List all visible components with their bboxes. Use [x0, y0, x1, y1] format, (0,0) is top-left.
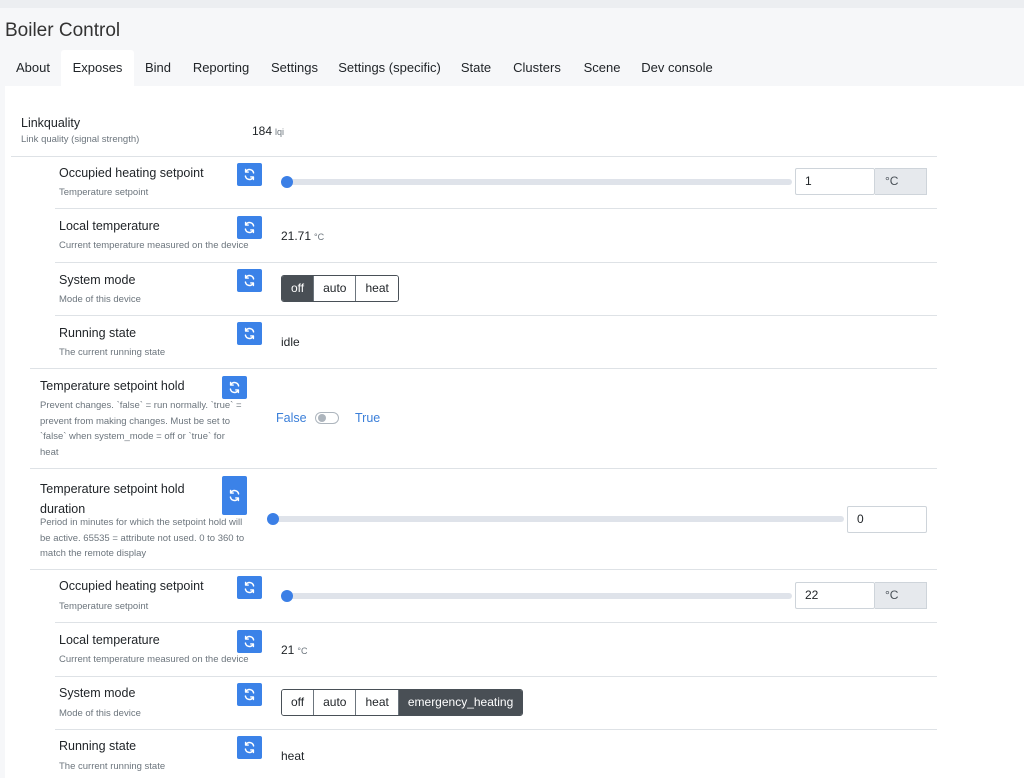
tab-scene[interactable]: Scene — [572, 50, 632, 87]
refresh-local-temperature-button[interactable] — [237, 630, 262, 653]
refresh-icon — [229, 489, 240, 502]
exposes-panel: Linkquality Link quality (signal strengt… — [5, 86, 1024, 778]
divider — [55, 676, 937, 677]
system-mode-off-button[interactable]: off — [282, 276, 314, 301]
slider-knob[interactable] — [281, 590, 293, 602]
refresh-setpoint-hold-button[interactable] — [222, 376, 247, 399]
system-mode-buttons: off auto heat — [281, 275, 399, 302]
refresh-system-mode-button[interactable] — [237, 683, 262, 706]
system-mode-heat-button[interactable]: heat — [355, 690, 398, 715]
refresh-system-mode-button[interactable] — [237, 269, 262, 292]
system-mode-buttons: off auto heat emergency_heating — [281, 689, 524, 716]
system-mode-emergency-heating-button[interactable]: emergency_heating — [397, 690, 523, 715]
linkquality-desc: Link quality (signal strength) — [21, 134, 140, 145]
system-mode-label: System mode — [59, 686, 136, 700]
system-mode-auto-button[interactable]: auto — [313, 690, 356, 715]
local-temperature-label: Local temperature — [59, 219, 160, 233]
tab-dev-console[interactable]: Dev console — [632, 50, 722, 87]
refresh-icon — [244, 741, 255, 754]
tab-bind[interactable]: Bind — [134, 50, 182, 87]
local-temperature-value: 21.71 °C — [281, 229, 325, 243]
slider-knob[interactable] — [281, 176, 293, 188]
tab-exposes[interactable]: Exposes — [61, 50, 134, 87]
top-strip — [0, 0, 1024, 8]
occupied-setpoint-slider[interactable] — [281, 176, 792, 188]
refresh-icon — [244, 168, 255, 181]
hold-duration-label: Temperature setpoint hold duration — [40, 482, 185, 516]
refresh-running-state-button[interactable] — [237, 736, 262, 759]
setpoint-hold-true-label[interactable]: True — [355, 411, 380, 425]
system-mode-off-button[interactable]: off — [282, 690, 314, 715]
system-mode-desc: Mode of this device — [59, 294, 141, 305]
tab-reporting[interactable]: Reporting — [182, 50, 260, 87]
occupied-setpoint-slider[interactable] — [281, 590, 792, 602]
linkquality-label: Linkquality — [21, 116, 81, 130]
running-state-value: heat — [281, 749, 305, 763]
hold-duration-desc: Period in minutes for which the setpoint… — [40, 517, 245, 559]
divider — [55, 208, 937, 209]
refresh-icon — [244, 581, 255, 594]
toggle-dot — [318, 414, 326, 422]
refresh-occupied-setpoint-button[interactable] — [237, 576, 262, 599]
setpoint-hold-false-label[interactable]: False — [276, 411, 307, 425]
system-mode-heat-button[interactable]: heat — [355, 276, 398, 301]
occupied-setpoint-desc: Temperature setpoint — [59, 601, 149, 612]
divider — [55, 262, 937, 263]
running-state-value: idle — [281, 335, 300, 349]
tab-settings-specific[interactable]: Settings (specific) — [329, 50, 450, 87]
setpoint-hold-label: Temperature setpoint hold — [40, 379, 185, 393]
occupied-setpoint-desc: Temperature setpoint — [59, 187, 149, 198]
local-temperature-desc: Current temperature measured on the devi… — [59, 240, 249, 251]
divider — [55, 315, 937, 316]
occupied-setpoint-unit: °C — [875, 168, 927, 195]
running-state-desc: The current running state — [59, 347, 166, 358]
refresh-running-state-button[interactable] — [237, 322, 262, 345]
refresh-icon — [244, 274, 255, 287]
system-mode-desc: Mode of this device — [59, 708, 141, 719]
system-mode-label: System mode — [59, 273, 136, 287]
running-state-label: Running state — [59, 326, 137, 340]
occupied-setpoint-label: Occupied heating setpoint — [59, 166, 204, 180]
divider — [55, 729, 937, 730]
occupied-setpoint-label: Occupied heating setpoint — [59, 579, 204, 593]
divider — [30, 569, 937, 570]
page-title: Boiler Control — [5, 20, 121, 41]
local-temperature-label: Local temperature — [59, 633, 160, 647]
setpoint-hold-desc: Prevent changes. `false` = run normally.… — [40, 400, 242, 458]
divider — [55, 622, 937, 623]
running-state-label: Running state — [59, 739, 137, 753]
tab-clusters[interactable]: Clusters — [502, 50, 572, 87]
running-state-desc: The current running state — [59, 761, 166, 772]
hold-duration-input[interactable]: 0 — [847, 506, 927, 533]
local-temperature-value: 21 °C — [281, 643, 308, 657]
occupied-setpoint-unit: °C — [875, 582, 927, 609]
refresh-local-temperature-button[interactable] — [237, 216, 262, 239]
divider — [30, 368, 937, 369]
refresh-icon — [229, 381, 240, 394]
setpoint-hold-toggle[interactable] — [315, 412, 339, 424]
linkquality-value: 184 lqi — [252, 124, 285, 138]
tab-about[interactable]: About — [5, 50, 61, 87]
tab-settings[interactable]: Settings — [260, 50, 329, 87]
slider-knob[interactable] — [267, 513, 279, 525]
refresh-icon — [244, 688, 255, 701]
divider — [11, 156, 937, 157]
refresh-hold-duration-button[interactable] — [222, 476, 247, 515]
tab-state[interactable]: State — [450, 50, 502, 87]
local-temperature-desc: Current temperature measured on the devi… — [59, 654, 249, 665]
refresh-icon — [244, 221, 255, 234]
divider — [30, 468, 937, 469]
refresh-occupied-setpoint-button[interactable] — [237, 163, 262, 186]
occupied-setpoint-input[interactable]: 22 — [795, 582, 875, 609]
refresh-icon — [244, 327, 255, 340]
occupied-setpoint-input[interactable]: 1 — [795, 168, 875, 195]
system-mode-auto-button[interactable]: auto — [313, 276, 356, 301]
hold-duration-slider[interactable] — [267, 513, 844, 525]
refresh-icon — [244, 635, 255, 648]
